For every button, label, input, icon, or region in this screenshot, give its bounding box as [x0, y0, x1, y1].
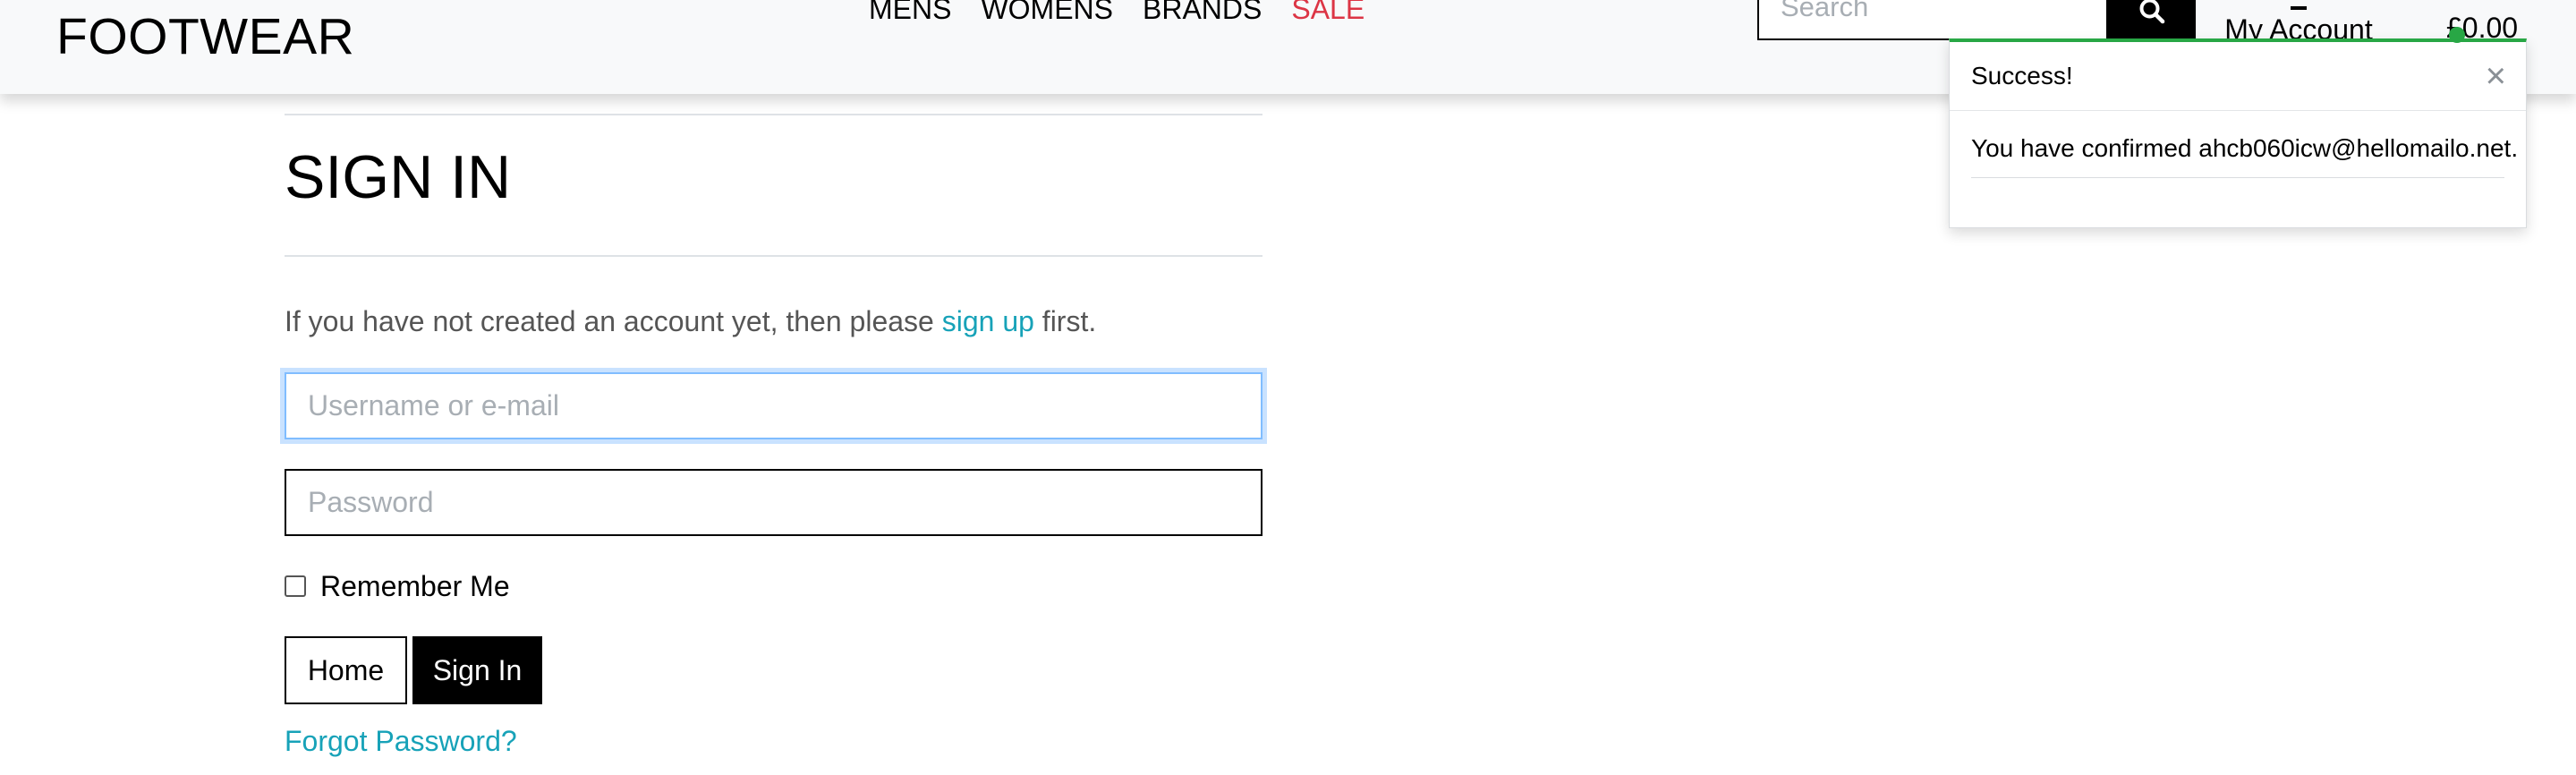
signup-prompt: If you have not created an account yet, …	[285, 302, 1096, 340]
search-icon	[2139, 0, 2164, 24]
brand-logo[interactable]: FOOTWEAR	[56, 5, 354, 68]
nav-womens[interactable]: WOMENS	[981, 0, 1113, 34]
user-icon	[2223, 0, 2375, 10]
page-title: SIGN IN	[285, 143, 512, 211]
remember-me: Remember Me	[285, 568, 510, 604]
username-field[interactable]	[285, 372, 1262, 439]
main-nav: MENS WOMENS BRANDS SALE	[869, 0, 1365, 34]
remember-me-label[interactable]: Remember Me	[320, 568, 510, 604]
toast-title: Success!	[1971, 62, 2073, 89]
sign-in-button[interactable]: Sign In	[412, 636, 542, 704]
signup-link[interactable]: sign up	[942, 305, 1034, 337]
remember-me-checkbox[interactable]	[285, 575, 306, 597]
toast-header: Success! ×	[1950, 42, 2526, 111]
forgot-password-link[interactable]: Forgot Password?	[285, 722, 517, 760]
success-toast: Success! × You have confirmed ahcb060icw…	[1949, 38, 2527, 228]
close-icon[interactable]: ×	[2486, 58, 2506, 94]
search-input[interactable]	[1757, 0, 2108, 40]
top-divider	[285, 114, 1262, 115]
signup-prompt-before: If you have not created an account yet, …	[285, 305, 942, 337]
toast-body: You have confirmed ahcb060icw@hellomailo…	[1950, 111, 2526, 178]
signup-prompt-after: first.	[1033, 305, 1097, 337]
nav-sale[interactable]: SALE	[1291, 0, 1365, 34]
toast-message: You have confirmed ahcb060icw@hellomailo…	[1971, 131, 2518, 178]
password-field[interactable]	[285, 469, 1262, 536]
title-divider	[285, 255, 1262, 257]
nav-mens[interactable]: MENS	[869, 0, 951, 34]
home-button[interactable]: Home	[285, 636, 407, 704]
nav-brands[interactable]: BRANDS	[1143, 0, 1262, 34]
basket-indicator-dot	[2449, 27, 2465, 43]
search-button[interactable]	[2107, 0, 2196, 40]
